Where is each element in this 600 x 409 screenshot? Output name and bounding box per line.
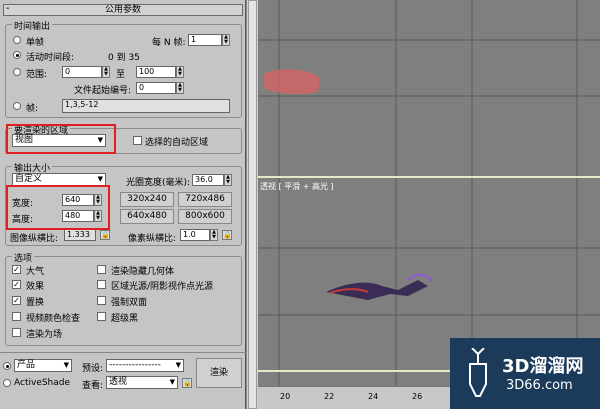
active-segment-label: 活动时间段: — [26, 53, 75, 63]
auto-region-label: 选择的自动区域 — [145, 138, 209, 148]
displacement-label: 置换 — [26, 298, 45, 308]
every-n-label: 每 N 帧: — [152, 38, 186, 48]
atmosphere-checkbox[interactable]: ✓ — [12, 265, 21, 274]
force-2sided-label: 强制双面 — [111, 298, 148, 308]
preset-640x480-button[interactable]: 640x480 — [120, 209, 174, 224]
view-dropdown[interactable]: 透视 ▼ — [106, 376, 178, 389]
effects-label: 效果 — [26, 282, 45, 292]
force-2sided-checkbox[interactable] — [97, 296, 106, 305]
video-color-check-label: 视频颜色检查 — [26, 314, 81, 324]
pixel-aspect-spinner[interactable]: ▲ ▼ — [210, 229, 218, 241]
red-model-fragment — [264, 69, 320, 95]
atmosphere-label: 大气 — [26, 267, 45, 277]
product-value: 产品 — [17, 360, 36, 370]
group-title: 选项 — [12, 251, 35, 264]
group-title: 时间输出 — [12, 19, 53, 32]
range-to-label: 至 — [116, 70, 126, 80]
file-start-field[interactable]: 0 — [136, 82, 176, 94]
panel-scrollbar[interactable] — [246, 0, 258, 409]
pixel-aspect-field[interactable]: 1.0 — [180, 229, 210, 241]
perspective-viewport[interactable]: 透视 [ 平滑 + 高光 ] — [258, 0, 600, 386]
viewport-top-border — [258, 176, 600, 178]
product-radio[interactable] — [3, 362, 11, 370]
aperture-label: 光圈宽度(毫米): — [126, 178, 191, 188]
common-params-rollout[interactable]: - 公用参数 — [3, 4, 243, 16]
active-range-text: 0 到 35 — [108, 53, 140, 63]
collapse-icon[interactable]: - — [6, 4, 10, 14]
ruler-tick: 22 — [324, 392, 335, 401]
auto-region-checkbox[interactable] — [133, 136, 142, 145]
activeshade-label: ActiveShade — [14, 378, 71, 388]
single-frame-label: 单帧 — [26, 38, 45, 48]
frames-label: 帧: — [26, 104, 39, 114]
logo-brand: 3D溜溜网 — [502, 356, 584, 377]
area-lights-checkbox[interactable] — [97, 280, 106, 289]
frames-field[interactable]: 1,3,5-12 — [62, 99, 230, 113]
ruler-tick: 26 — [412, 392, 423, 401]
preset-320x240-button[interactable]: 320x240 — [120, 192, 174, 207]
file-start-spinner[interactable]: ▲ ▼ — [176, 82, 184, 94]
area-lights-label: 区域光源/阴影视作点光源 — [111, 282, 214, 292]
preset-720x486-button[interactable]: 720x486 — [178, 192, 232, 207]
preset-value: ---------------- — [109, 360, 161, 370]
active-segment-radio[interactable] — [13, 51, 21, 59]
view-label: 查看: — [82, 381, 104, 391]
viewport-label[interactable]: 透视 [ 平滑 + 高光 ] — [260, 181, 334, 192]
image-aspect-field[interactable]: 1.333 — [64, 229, 96, 241]
frames-radio[interactable] — [13, 102, 21, 110]
render-hidden-label: 渲染隐藏几何体 — [111, 267, 175, 277]
lock-icon[interactable]: 🔒 — [100, 230, 110, 240]
weapon-model — [326, 274, 433, 300]
image-aspect-label: 图像纵横比: — [10, 234, 59, 244]
activeshade-radio[interactable] — [3, 379, 11, 387]
file-start-label: 文件起始编号: — [74, 86, 132, 96]
output-preset-value: 自定义 — [15, 174, 43, 184]
render-button[interactable]: 渲染 — [196, 358, 242, 388]
ruler-tick: 24 — [368, 392, 379, 401]
super-black-checkbox[interactable] — [97, 312, 106, 321]
viewport-grid — [258, 0, 600, 386]
preset-dropdown[interactable]: ---------------- ▼ — [106, 359, 184, 372]
annotation-box-render-area — [6, 124, 116, 154]
scrollbar-thumb[interactable] — [248, 0, 257, 409]
range-to-spinner[interactable]: ▲ ▼ — [176, 66, 184, 78]
render-fields-label: 渲染为场 — [26, 330, 63, 340]
lock-icon[interactable]: 🔒 — [182, 378, 192, 388]
view-value: 透视 — [109, 377, 128, 387]
range-radio[interactable] — [13, 68, 21, 76]
product-dropdown[interactable]: 产品 ▼ — [14, 359, 72, 372]
logo-url: 3D66.com — [506, 378, 573, 393]
aperture-spinner[interactable]: ▲ ▼ — [224, 174, 232, 186]
rollout-title: 公用参数 — [104, 5, 141, 15]
every-n-spinner[interactable]: ▲ ▼ — [222, 34, 230, 46]
chevron-down-icon: ▼ — [169, 378, 175, 386]
range-from-field[interactable]: 0 — [62, 66, 102, 78]
video-color-check-checkbox[interactable] — [12, 312, 21, 321]
every-n-field[interactable]: 1 — [188, 34, 222, 46]
pixel-aspect-label: 像素纵横比: — [128, 234, 177, 244]
render-fields-checkbox[interactable] — [12, 328, 21, 337]
preset-800x600-button[interactable]: 800x600 — [178, 209, 232, 224]
render-setup-panel: - 公用参数 时间输出 单帧 每 N 帧: 1 ▲ ▼ 活动时间段: 0 到 35… — [0, 0, 246, 409]
lock-icon[interactable]: 🔒 — [222, 230, 232, 240]
aperture-field[interactable]: 36.0 — [192, 174, 224, 186]
super-black-label: 超级黑 — [111, 314, 139, 324]
deer-logo-icon — [469, 348, 487, 397]
chevron-down-icon: ▼ — [175, 361, 181, 369]
site-logo: 3D溜溜网 3D66.com — [450, 338, 600, 409]
range-from-spinner[interactable]: ▲ ▼ — [102, 66, 110, 78]
chevron-down-icon: ▼ — [63, 361, 69, 369]
range-label: 范围: — [26, 70, 48, 80]
annotation-box-size — [6, 185, 110, 230]
ruler-tick: 20 — [280, 392, 291, 401]
chevron-down-icon: ▼ — [97, 175, 103, 183]
preset-label: 预设: — [82, 364, 104, 374]
single-frame-radio[interactable] — [13, 36, 21, 44]
range-to-field[interactable]: 100 — [136, 66, 176, 78]
effects-checkbox[interactable]: ✓ — [12, 280, 21, 289]
render-hidden-checkbox[interactable] — [97, 265, 106, 274]
displacement-checkbox[interactable]: ✓ — [12, 296, 21, 305]
